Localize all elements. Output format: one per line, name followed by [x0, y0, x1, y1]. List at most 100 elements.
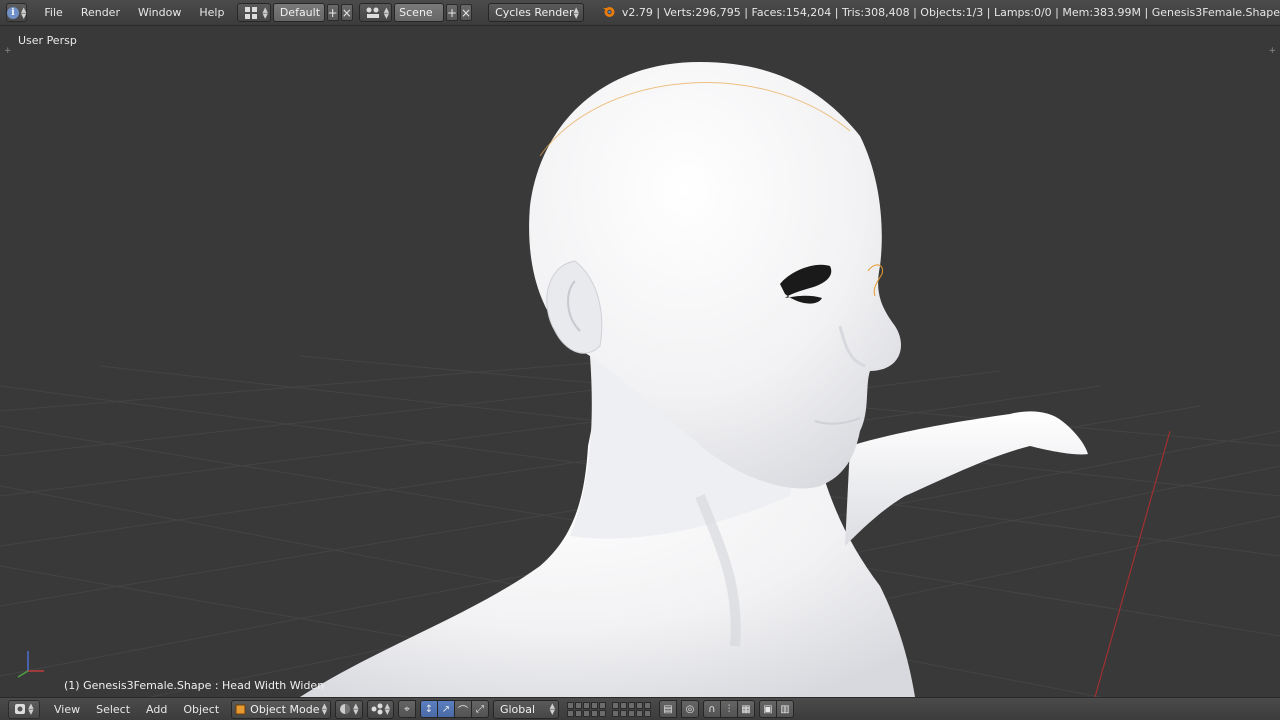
layer-button[interactable] [643, 709, 651, 717]
snap-toggle-button[interactable]: ∩ [702, 700, 721, 718]
manipulator-icon: ⌖ [404, 703, 410, 715]
layer-button[interactable] [582, 709, 590, 717]
proportional-edit-button[interactable]: ◎ [680, 700, 699, 718]
layer-button[interactable] [574, 709, 582, 717]
updown-arrows-icon: ▲ ▼ [573, 5, 579, 20]
scene-layers[interactable] [566, 701, 651, 717]
area-split-corner-icon[interactable]: + [1268, 46, 1276, 56]
viewport-shading-dropdown[interactable]: ▲ ▼ [335, 699, 363, 719]
snap-target-button[interactable]: ▦ [736, 700, 755, 718]
layer-button[interactable] [619, 701, 627, 709]
view-perspective-label: User Persp [18, 34, 77, 47]
scene-type-button[interactable]: ▲ ▼ [358, 3, 393, 22]
updown-arrows-icon: ▲ ▼ [384, 702, 390, 716]
layer-button[interactable] [590, 701, 598, 709]
opengl-render-button[interactable]: ▣ [758, 700, 777, 718]
menu-help[interactable]: Help [190, 0, 233, 25]
opengl-animation-button[interactable]: ▥ [775, 700, 794, 718]
menu-add[interactable]: Add [138, 703, 175, 716]
menu-window[interactable]: Window [129, 0, 190, 25]
manipulator-toggle-button[interactable]: ⌖ [397, 700, 416, 718]
manipulator-group: ⌖ [397, 700, 416, 718]
delete-scene-button[interactable]: × [460, 4, 473, 21]
pivot-point-dropdown[interactable]: ▲ ▼ [366, 699, 394, 719]
layer-button[interactable] [611, 709, 619, 717]
render-engine-dropdown[interactable]: Cycles Render ▲ ▼ [488, 3, 584, 22]
rotate-arc-button[interactable]: ⌒ [453, 700, 472, 718]
layer-button[interactable] [627, 701, 635, 709]
add-scene-button[interactable]: + [445, 4, 458, 21]
translate-icon: ↕ [424, 703, 434, 715]
mode-label: Object Mode [250, 702, 320, 716]
object-mode-icon [235, 704, 246, 714]
menu-object[interactable]: Object [175, 703, 227, 716]
layer-button[interactable] [627, 709, 635, 717]
updown-arrows-icon: ▲ ▼ [28, 702, 34, 716]
menu-render[interactable]: Render [72, 0, 129, 25]
axis-gizmo-icon [17, 651, 44, 678]
lock-layers-button[interactable]: ▤ [658, 700, 677, 718]
updown-arrows-icon: ▲ ▼ [383, 5, 390, 20]
layer-button[interactable] [566, 709, 574, 717]
layout-name-field[interactable]: Default [272, 3, 325, 22]
main-menu: File Render Window Help [35, 0, 233, 25]
orientation-label: Global [499, 702, 536, 716]
menu-view[interactable]: View [46, 703, 88, 716]
scene-statistics: v2.79 | Verts:296,795 | Faces:154,204 | … [621, 6, 1280, 19]
layer-button[interactable] [635, 709, 643, 717]
translate-button[interactable]: ↕ [419, 700, 438, 718]
area-split-corner-icon[interactable]: + [4, 46, 12, 56]
scale-button[interactable]: ⤢ [470, 700, 489, 718]
plus-icon: + [446, 5, 457, 20]
snap-target-icon: ▦ [741, 703, 751, 715]
delete-layout-button[interactable]: × [340, 4, 353, 21]
scene-name: Scene [399, 6, 433, 19]
layout-name: Default [279, 6, 321, 19]
menu-select[interactable]: Select [88, 703, 138, 716]
layer-button[interactable] [574, 701, 582, 709]
viewport-scene [0, 62, 1280, 697]
scene-name-field[interactable]: Scene [394, 3, 444, 22]
transform-orientation-dropdown[interactable]: Global ▲ ▼ [492, 699, 559, 719]
scale-icon: ⤢ [475, 703, 484, 715]
transform-tools: ↕ ↗ ⌒ ⤢ [419, 700, 489, 718]
layer-button[interactable] [611, 701, 619, 709]
editor-type-selector[interactable]: i ▲ ▼ [6, 3, 28, 22]
menu-file[interactable]: File [35, 0, 71, 25]
updown-arrows-icon: ▲ ▼ [549, 702, 555, 716]
add-layout-button[interactable]: + [326, 4, 339, 21]
clapper-icon: ▥ [780, 703, 790, 715]
close-icon: × [341, 5, 352, 20]
active-object-label: (1) Genesis3Female.Shape : Head Width Wi… [64, 679, 325, 692]
layer-button[interactable] [619, 709, 627, 717]
updown-arrows-icon: ▲ ▼ [262, 5, 268, 20]
snap-element-button[interactable]: ⫶ [719, 700, 738, 718]
layer-button[interactable] [598, 709, 606, 717]
layer-button[interactable] [643, 701, 651, 709]
magnet-icon: ∩ [708, 703, 716, 715]
info-icon: i [7, 6, 19, 19]
3d-view-header: ▲ ▼ View Select Add Object Object Mode ▲ ▼… [0, 697, 1280, 720]
x-axis-line [1094, 430, 1171, 697]
pivot-icon [371, 703, 383, 715]
rotate-button[interactable]: ↗ [436, 700, 455, 718]
updown-arrows-icon: ▲ ▼ [321, 702, 328, 716]
layer-button[interactable] [590, 709, 598, 717]
3d-viewport[interactable]: User Persp (1) Genesis3Female.Shape : He… [0, 26, 1280, 697]
proportional-edit-icon: ◎ [685, 703, 695, 715]
updown-arrows-icon: ▲ ▼ [353, 702, 359, 716]
solid-shading-icon [340, 704, 351, 714]
layer-button[interactable] [582, 701, 590, 709]
layer-button[interactable] [635, 701, 643, 709]
rotate-icon: ↗ [441, 703, 451, 715]
layout-type-button[interactable]: ▲ ▼ [237, 3, 271, 22]
layer-button[interactable] [598, 701, 606, 709]
arc-icon: ⌒ [457, 705, 468, 717]
layer-button[interactable] [566, 701, 574, 709]
interaction-mode-dropdown[interactable]: Object Mode ▲ ▼ [231, 699, 332, 719]
proportional-edit: ◎ [680, 700, 699, 718]
editor-type-selector[interactable]: ▲ ▼ [8, 699, 40, 719]
info-header: i ▲ ▼ File Render Window Help ▲ ▼ Default … [0, 0, 1280, 26]
blender-logo-icon [602, 4, 616, 21]
layers-icon: ▤ [663, 703, 673, 715]
